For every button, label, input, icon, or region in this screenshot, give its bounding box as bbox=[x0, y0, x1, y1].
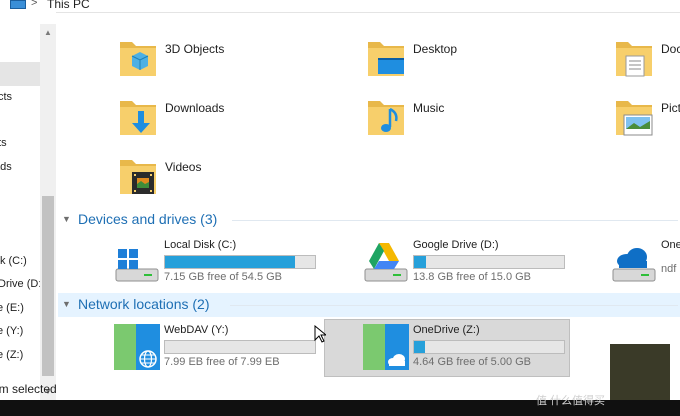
onedrive-disk-icon bbox=[612, 248, 656, 282]
scroll-up-icon[interactable]: ▲ bbox=[44, 28, 52, 37]
chevron-down-icon[interactable]: ▼ bbox=[62, 299, 72, 309]
nav-scroll-thumb[interactable] bbox=[42, 196, 54, 376]
mouse-cursor-icon bbox=[314, 325, 326, 343]
desktop-folder-icon bbox=[368, 42, 404, 76]
storage-bar-fill bbox=[165, 256, 296, 268]
nav-item-documents[interactable]: nts bbox=[0, 137, 7, 149]
drive-free-space: ndf bbox=[661, 263, 677, 275]
onedrive-cloud-icon bbox=[363, 324, 409, 370]
nav-scrollbar[interactable]: ▲ ▼ bbox=[40, 24, 56, 400]
pictures-folder-icon bbox=[616, 101, 653, 136]
drive-onedrive-partial[interactable]: One ndf bbox=[611, 239, 680, 289]
nav-item-onedrive[interactable]: e (Z:) bbox=[0, 349, 23, 361]
storage-bar bbox=[164, 340, 316, 354]
music-folder-icon bbox=[368, 101, 404, 135]
drive-google-drive-d[interactable]: Google Drive (D:) 13.8 GB free of 15.0 G… bbox=[363, 239, 571, 289]
drive-label: WebDAV (Y:) bbox=[164, 324, 229, 336]
folder-label: Pict bbox=[661, 101, 680, 115]
folder-music[interactable]: Music bbox=[366, 95, 576, 143]
this-pc-icon bbox=[10, 0, 26, 9]
folder-desktop[interactable]: Desktop bbox=[366, 36, 576, 84]
storage-bar bbox=[413, 340, 565, 354]
storage-bar bbox=[164, 255, 316, 269]
watermark-text: 值 什么值得买 bbox=[536, 395, 606, 407]
status-bar: item selected bbox=[0, 380, 60, 398]
devices-section-header[interactable]: ▼ Devices and drives (3) bbox=[62, 211, 680, 229]
nav-item-objects[interactable]: cts bbox=[0, 91, 12, 103]
chevron-down-icon[interactable]: ▼ bbox=[62, 214, 72, 224]
folder-pictures[interactable]: Pict bbox=[614, 95, 680, 143]
folder-downloads[interactable]: Downloads bbox=[118, 95, 328, 143]
drive-free-space: 4.64 GB free of 5.00 GB bbox=[413, 356, 532, 368]
corner-thumbnail bbox=[610, 344, 670, 400]
breadcrumb-this-pc[interactable]: This PC bbox=[47, 0, 90, 11]
folder-label: Music bbox=[413, 101, 445, 115]
nav-item-google-drive[interactable]: Drive (D: bbox=[0, 278, 41, 290]
drive-label: OneDrive (Z:) bbox=[413, 324, 480, 336]
drive-local-disk-c[interactable]: Local Disk (C:) 7.15 GB free of 54.5 GB bbox=[114, 239, 322, 289]
status-text: item selected bbox=[0, 382, 57, 396]
devices-section-title: Devices and drives (3) bbox=[78, 211, 218, 227]
folder-documents[interactable]: Doc bbox=[614, 36, 680, 84]
nav-selected-row[interactable] bbox=[0, 62, 40, 86]
google-drive-icon bbox=[364, 243, 408, 282]
drive-label: One bbox=[661, 239, 680, 251]
navigation-pane[interactable]: cts nts ads isk (C:) Drive (D: e (E:) e … bbox=[0, 12, 56, 400]
storage-bar-fill bbox=[414, 256, 426, 268]
drive-free-space: 7.15 GB free of 54.5 GB bbox=[164, 271, 283, 283]
webdav-globe-icon bbox=[114, 324, 160, 370]
folder-label: Downloads bbox=[165, 101, 225, 115]
network-section-header[interactable]: ▼ Network locations (2) bbox=[62, 296, 680, 314]
nav-item-webdav[interactable]: e (Y:) bbox=[0, 325, 23, 337]
nav-item-drive-e[interactable]: e (E:) bbox=[0, 302, 24, 314]
network-onedrive-z[interactable]: OneDrive (Z:) 4.64 GB free of 5.00 GB bbox=[363, 324, 571, 374]
videos-folder-icon bbox=[120, 160, 156, 194]
network-webdav-y[interactable]: WebDAV (Y:) 7.99 EB free of 7.99 EB bbox=[114, 324, 322, 374]
section-divider bbox=[230, 305, 678, 306]
downloads-folder-icon bbox=[120, 101, 156, 135]
nav-item-local-disk[interactable]: isk (C:) bbox=[0, 255, 27, 267]
nav-item-downloads[interactable]: ads bbox=[0, 161, 12, 173]
folder-videos[interactable]: Videos bbox=[118, 154, 328, 202]
folder-label: Doc bbox=[661, 42, 680, 56]
folder-3d-objects[interactable]: 3D Objects bbox=[118, 36, 328, 84]
storage-bar bbox=[413, 255, 565, 269]
network-section-title: Network locations (2) bbox=[78, 296, 210, 312]
drive-label: Google Drive (D:) bbox=[413, 239, 499, 251]
folder-label: Videos bbox=[165, 160, 202, 174]
drive-free-space: 7.99 EB free of 7.99 EB bbox=[164, 356, 280, 368]
section-divider bbox=[232, 220, 678, 221]
windows-disk-icon bbox=[115, 249, 159, 282]
3d-objects-folder-icon bbox=[120, 42, 156, 76]
folder-label: Desktop bbox=[413, 42, 458, 56]
drive-free-space: 13.8 GB free of 15.0 GB bbox=[413, 271, 532, 283]
content-pane[interactable]: 3D Objects Desktop Doc Downloads Music P… bbox=[58, 12, 680, 400]
documents-folder-icon bbox=[616, 42, 652, 77]
drive-label: Local Disk (C:) bbox=[164, 239, 237, 251]
folder-label: 3D Objects bbox=[165, 42, 225, 56]
breadcrumb-chevron-icon[interactable]: > bbox=[31, 0, 37, 9]
storage-bar-fill bbox=[414, 341, 425, 353]
